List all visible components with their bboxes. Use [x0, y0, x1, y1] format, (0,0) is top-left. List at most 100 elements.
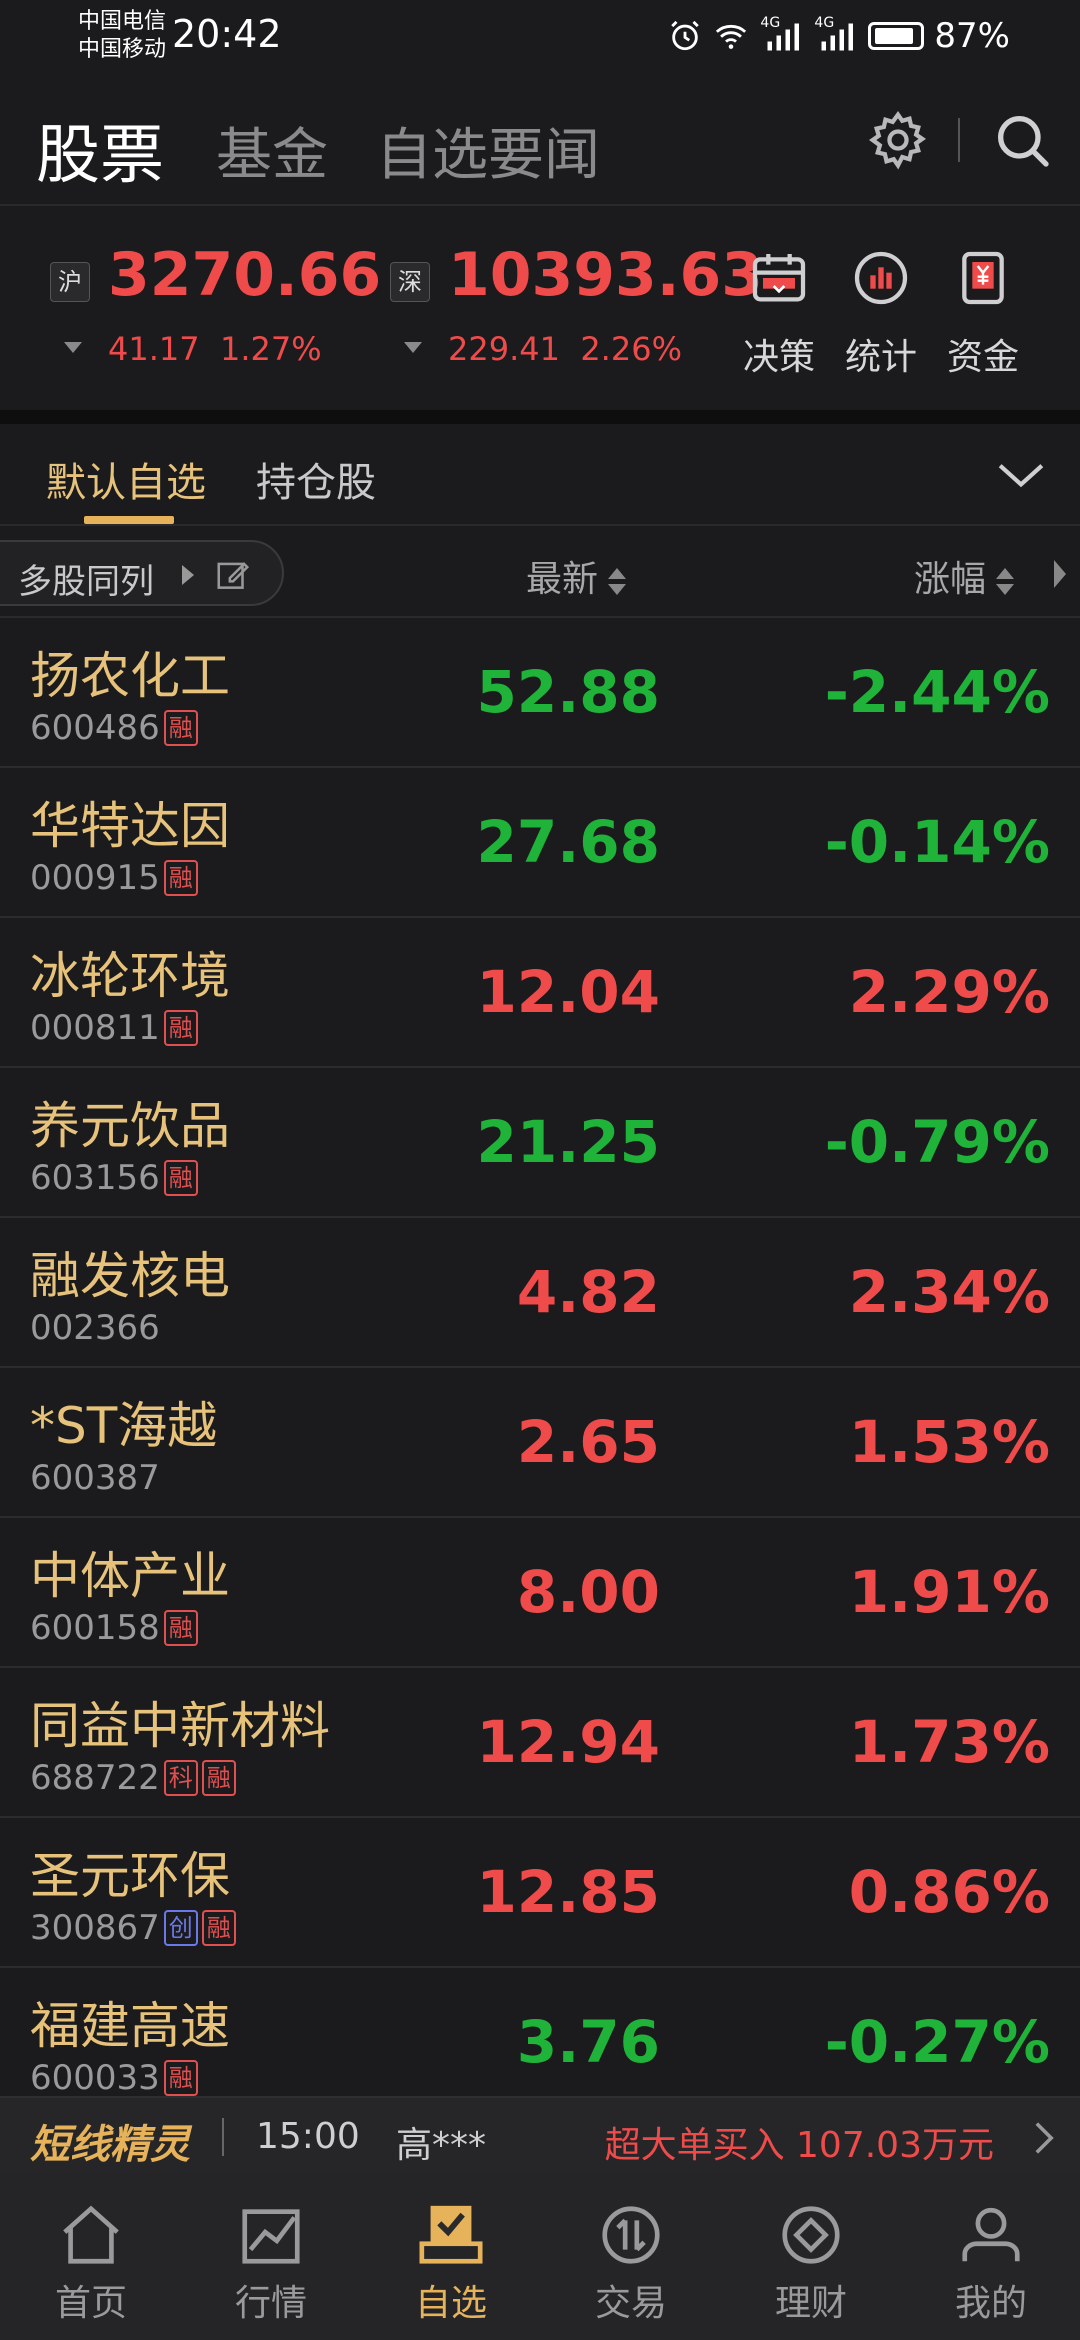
stock-name: 中体产业: [30, 1547, 230, 1605]
nav-wealth[interactable]: 理财: [746, 2200, 876, 2326]
stock-change-percent: -0.79%: [824, 1108, 1050, 1176]
stock-code: 603156 融: [30, 1158, 198, 1198]
stock-row[interactable]: 华特达因 000915 融 27.68 -0.14%: [0, 768, 1080, 918]
stock-row[interactable]: 同益中新材料 688722 科融 12.94 1.73%: [0, 1668, 1080, 1818]
status-time: 20:42: [172, 12, 282, 56]
alarm-icon: [671, 20, 700, 51]
nav-market[interactable]: 行情: [206, 2200, 336, 2326]
stock-price: 8.00: [516, 1558, 660, 1626]
stock-change-percent: -0.14%: [824, 808, 1050, 876]
nav-home[interactable]: 首页: [26, 2200, 156, 2326]
search-icon[interactable]: [990, 108, 1054, 172]
battery-percent: 87%: [934, 16, 1010, 56]
list-header: 多股同列 最新 涨幅: [0, 528, 1080, 618]
tab-watch-news[interactable]: 自选要闻: [376, 110, 600, 191]
stock-change-percent: 2.34%: [848, 1258, 1050, 1326]
section-separator: [0, 410, 1080, 424]
settings-icon[interactable]: [866, 108, 930, 172]
ticker-message: 超大单买入 107.03万元: [604, 2125, 994, 2166]
stock-price: 3.76: [516, 2008, 660, 2076]
nav-profile[interactable]: 我的: [926, 2200, 1056, 2326]
stock-row[interactable]: *ST海越 600387 2.65 1.53%: [0, 1368, 1080, 1518]
stock-list[interactable]: 扬农化工 600486 融 52.88 -2.44% 华特达因 000915 融 27.68 -0…: [0, 618, 1080, 2098]
index-change-points: 41.17: [108, 330, 200, 368]
tool-capital[interactable]: 资金: [938, 246, 1028, 380]
tab-stocks[interactable]: 股票: [36, 104, 164, 196]
nav-label: 自选: [414, 2283, 487, 2324]
chevron-down-icon[interactable]: [996, 454, 1046, 494]
column-latest-price[interactable]: 最新: [526, 550, 627, 602]
index-value: 10393.63: [448, 240, 764, 310]
stock-name: 福建高速: [30, 1997, 230, 2055]
stock-code: 600033 融: [30, 2058, 198, 2098]
stock-row[interactable]: 融发核电 002366 4.82 2.34%: [0, 1218, 1080, 1368]
stock-code-text: 600158: [30, 1608, 160, 1648]
column-change-label: 涨幅: [914, 559, 987, 600]
stock-price: 2.65: [516, 1408, 660, 1476]
stock-code-text: 300867: [30, 1908, 160, 1948]
scroll-columns-right-icon[interactable]: [1054, 560, 1066, 588]
ticker-time: 15:00: [256, 2116, 360, 2157]
stock-code-text: 600387: [30, 1458, 160, 1498]
column-latest-label: 最新: [526, 559, 599, 600]
stock-change-percent: -0.27%: [824, 2008, 1050, 2076]
index-change-points: 229.41: [448, 330, 560, 368]
edit-icon: [217, 562, 250, 589]
tool-statistics[interactable]: 统计: [836, 246, 926, 380]
tool-label: 决策: [742, 337, 815, 378]
short-term-alert-bar[interactable]: 短线精灵 15:00 高*** 超大单买入 107.03万元: [0, 2096, 1080, 2174]
wealth-icon: [782, 2206, 840, 2264]
column-change-percent[interactable]: 涨幅: [914, 550, 1015, 602]
stock-change-percent: 1.91%: [848, 1558, 1050, 1626]
stock-change-percent: 0.86%: [848, 1858, 1050, 1926]
stock-code-text: 000811: [30, 1008, 160, 1048]
stock-change-percent: 1.73%: [848, 1708, 1050, 1776]
battery-icon: [868, 22, 925, 50]
stock-code-text: 688722: [30, 1758, 160, 1798]
stock-code-text: 002366: [30, 1308, 160, 1348]
stock-badge: 融: [201, 1760, 236, 1796]
stock-badge: 科: [163, 1760, 198, 1796]
nav-label: 行情: [234, 2283, 307, 2324]
nav-label: 理财: [774, 2283, 847, 2324]
stock-name: 融发核电: [30, 1247, 230, 1305]
chevron-right-icon: [1035, 2122, 1054, 2154]
multi-stock-compare-button[interactable]: 多股同列: [0, 540, 284, 606]
stock-price: 12.85: [476, 1858, 660, 1926]
stock-code-text: 600486: [30, 708, 160, 748]
stock-row[interactable]: 扬农化工 600486 融 52.88 -2.44%: [0, 618, 1080, 768]
stock-badge: 融: [163, 860, 198, 896]
nav-trade[interactable]: 交易: [566, 2200, 696, 2326]
stock-row[interactable]: 福建高速 600033 融 3.76 -0.27%: [0, 1968, 1080, 2098]
index-tag: 沪: [50, 262, 90, 302]
nav-watchlist[interactable]: 自选: [386, 2200, 516, 2326]
watchlist-tabs: 默认自选 持仓股: [0, 424, 1080, 526]
ticker-brand: 短线精灵: [30, 2122, 190, 2168]
stock-code: 000811 融: [30, 1008, 198, 1048]
bottom-nav: 首页 行情 自选 交易 理财 我的: [0, 2174, 1080, 2340]
stock-code: 688722 科融: [30, 1758, 236, 1798]
stock-row[interactable]: 养元饮品 603156 融 21.25 -0.79%: [0, 1068, 1080, 1218]
ticker-divider: [222, 2118, 224, 2156]
stock-row[interactable]: 圣元环保 300867 创融 12.85 0.86%: [0, 1818, 1080, 1968]
index-value: 3270.66: [108, 240, 382, 310]
carrier-2: 中国移动: [78, 37, 167, 62]
stock-row[interactable]: 冰轮环境 000811 融 12.04 2.29%: [0, 918, 1080, 1068]
stock-code: 600387: [30, 1458, 160, 1498]
tab-default-watchlist[interactable]: 默认自选: [46, 450, 206, 508]
stock-code-text: 000915: [30, 858, 160, 898]
status-bar: 中国电信 中国移动 20:42 4G 4G 87%: [0, 0, 1080, 78]
tab-holdings[interactable]: 持仓股: [256, 450, 376, 508]
tab-funds[interactable]: 基金: [216, 110, 328, 191]
stock-badge: 创: [163, 1910, 198, 1946]
index-tag: 深: [390, 262, 430, 302]
index-change: 229.41 2.26%: [448, 330, 682, 368]
stock-row[interactable]: 中体产业 600158 融 8.00 1.91%: [0, 1518, 1080, 1668]
stock-badge: 融: [201, 1910, 236, 1946]
sort-icon: [996, 564, 1015, 598]
stock-code: 000915 融: [30, 858, 198, 898]
yuan-icon: [962, 251, 1004, 305]
stock-price: 12.94: [476, 1708, 660, 1776]
down-arrow-icon: [64, 342, 82, 353]
tool-decision[interactable]: 决策: [734, 246, 824, 380]
